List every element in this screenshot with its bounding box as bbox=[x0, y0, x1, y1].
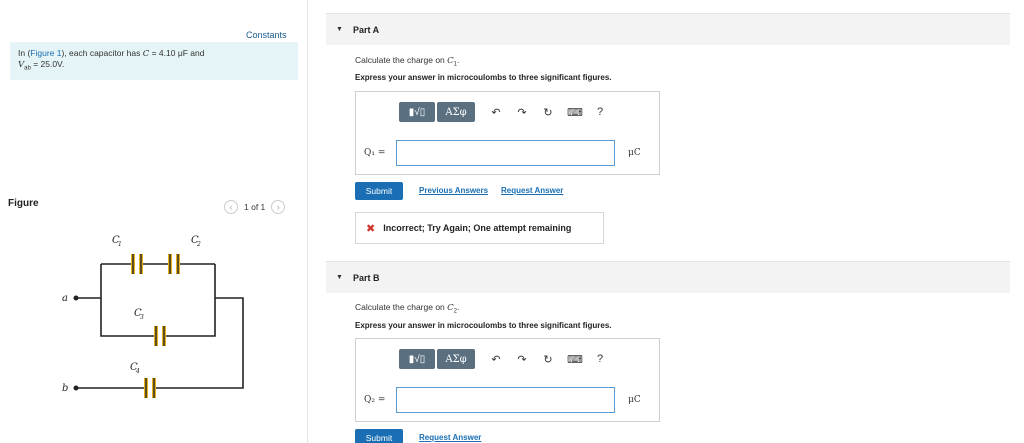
part-a-header[interactable]: ▼ Part A bbox=[326, 13, 1010, 45]
label-c4-sub: 4 bbox=[135, 368, 140, 375]
terminal-a bbox=[73, 295, 79, 301]
intro-prefix: In ( bbox=[18, 48, 31, 58]
capacitor-c1 bbox=[131, 254, 143, 274]
part-a-request-answer-link[interactable]: Request Answer bbox=[501, 186, 563, 195]
part-a-question-suffix: . bbox=[457, 55, 460, 65]
part-a-answer-box: ▮√▯ ΑΣφ ↶ ↷ ↻ ⌨ ? Q₁ = μC bbox=[355, 91, 660, 175]
next-figure-icon[interactable]: › bbox=[271, 200, 286, 214]
part-b-unit: μC bbox=[628, 395, 641, 405]
reset-icon[interactable]: ↻ bbox=[541, 353, 555, 366]
pager-text: 1 of 1 bbox=[244, 202, 266, 212]
feedback-text: Incorrect; Try Again; One attempt remain… bbox=[383, 223, 572, 233]
collapse-caret-icon: ▼ bbox=[336, 274, 343, 281]
part-a-answer-label: Q₁ = bbox=[364, 148, 386, 158]
symbols-button[interactable]: ΑΣφ bbox=[437, 349, 475, 369]
part-b-request-answer-link[interactable]: Request Answer bbox=[419, 433, 481, 442]
voltage-value: = 25.0V. bbox=[30, 59, 65, 69]
part-a-question-text: Calculate the charge on bbox=[355, 55, 448, 65]
constants-link[interactable]: Constants bbox=[246, 30, 287, 40]
voltage-subscript: ab bbox=[24, 65, 31, 72]
part-b-answer-box: ▮√▯ ΑΣφ ↶ ↷ ↻ ⌨ ? Q₂ = μC bbox=[355, 338, 660, 422]
part-a-instruction: Express your answer in microcoulombs to … bbox=[355, 73, 612, 82]
incorrect-icon: ✖ bbox=[366, 222, 376, 235]
help-icon[interactable]: ? bbox=[593, 106, 607, 118]
part-b-question: Calculate the charge on C2. bbox=[355, 302, 459, 315]
keyboard-icon[interactable]: ⌨ bbox=[567, 353, 583, 366]
capacitance-value: = 4.10 μF and bbox=[149, 48, 205, 58]
intro-line-1: In (Figure 1), each capacitor has C = 4.… bbox=[18, 48, 290, 59]
help-icon[interactable]: ? bbox=[593, 353, 607, 365]
templates-button[interactable]: ▮√▯ bbox=[399, 349, 435, 369]
part-b-submit-button[interactable]: Submit bbox=[355, 429, 403, 443]
collapse-caret-icon: ▼ bbox=[336, 26, 343, 33]
part-a-title: Part A bbox=[352, 24, 380, 35]
circuit-wires bbox=[78, 263, 244, 389]
label-c3-sub: 3 bbox=[140, 314, 144, 321]
capacitor-c4 bbox=[144, 378, 156, 398]
left-pane: Constants In (Figure 1), each capacitor … bbox=[0, 0, 308, 443]
redo-icon[interactable]: ↷ bbox=[515, 353, 529, 366]
part-a-math-toolbar: ▮√▯ ΑΣφ ↶ ↷ ↻ ⌨ ? bbox=[399, 102, 607, 122]
label-c2-sub: 2 bbox=[196, 241, 201, 248]
prev-figure-icon[interactable]: ‹ bbox=[224, 200, 238, 214]
part-b-instruction: Express your answer in microcoulombs to … bbox=[355, 321, 612, 330]
problem-intro: In (Figure 1), each capacitor has C = 4.… bbox=[10, 42, 298, 80]
part-b-title: Part B bbox=[352, 272, 380, 283]
label-c1-sub: 1 bbox=[118, 241, 122, 248]
part-a-question: Calculate the charge on C1. bbox=[355, 55, 459, 68]
part-a-submit-button[interactable]: Submit bbox=[355, 182, 403, 200]
part-b-question-suffix: . bbox=[457, 302, 460, 312]
part-b-answer-label: Q₂ = bbox=[364, 395, 386, 405]
undo-icon[interactable]: ↶ bbox=[489, 353, 503, 366]
figure-link[interactable]: Figure 1 bbox=[30, 48, 61, 58]
capacitor-c3 bbox=[154, 326, 166, 346]
redo-icon[interactable]: ↷ bbox=[515, 106, 529, 119]
intro-line-2: Vab = 25.0V. bbox=[18, 59, 290, 74]
terminal-b bbox=[73, 385, 79, 391]
symbols-button[interactable]: ΑΣφ bbox=[437, 102, 475, 122]
label-a: a bbox=[62, 293, 68, 304]
part-b-question-text: Calculate the charge on bbox=[355, 302, 448, 312]
templates-button[interactable]: ▮√▯ bbox=[399, 102, 435, 122]
part-a-answer-input[interactable] bbox=[396, 140, 615, 166]
intro-middle: ), each capacitor has bbox=[61, 48, 143, 58]
figure-title: Figure bbox=[8, 198, 39, 209]
part-a-unit: μC bbox=[628, 148, 641, 158]
figure-pager: ‹ 1 of 1 › bbox=[224, 200, 286, 214]
part-a-feedback: ✖ Incorrect; Try Again; One attempt rema… bbox=[355, 212, 604, 244]
part-b-answer-input[interactable] bbox=[396, 387, 615, 413]
undo-icon[interactable]: ↶ bbox=[489, 106, 503, 119]
keyboard-icon[interactable]: ⌨ bbox=[567, 106, 583, 119]
label-b: b bbox=[62, 383, 68, 394]
capacitor-c2 bbox=[168, 254, 180, 274]
previous-answers-link[interactable]: Previous Answers bbox=[419, 186, 488, 195]
part-b-header[interactable]: ▼ Part B bbox=[326, 261, 1010, 293]
circuit-diagram: C 1 C 2 C 3 C 4 a b bbox=[62, 235, 244, 398]
right-pane: ▼ Part A Calculate the charge on C1. Exp… bbox=[326, 0, 1010, 443]
part-b-math-toolbar: ▮√▯ ΑΣφ ↶ ↷ ↻ ⌨ ? bbox=[399, 349, 607, 369]
reset-icon[interactable]: ↻ bbox=[541, 106, 555, 119]
